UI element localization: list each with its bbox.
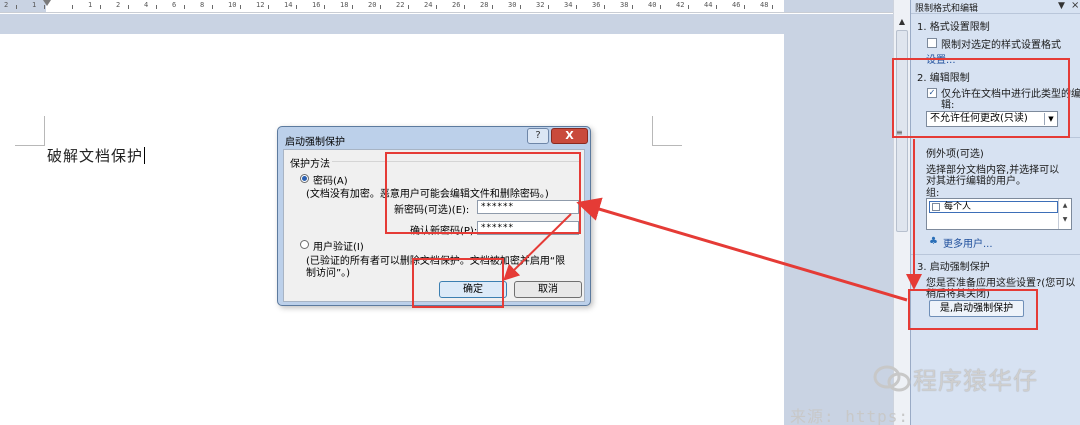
ruler-tick <box>156 5 157 9</box>
ruler-tick <box>128 5 129 9</box>
pane-section-divider-2 <box>911 254 1080 255</box>
ruler-number: 12 <box>256 1 265 9</box>
indent-marker-icon[interactable] <box>43 0 51 7</box>
ruler-tick <box>100 5 101 9</box>
ruler-number: 28 <box>480 1 489 9</box>
ruler-number: 2 <box>4 1 9 9</box>
ruler-tick <box>660 5 661 9</box>
pane-title-divider <box>911 13 1080 14</box>
ruler-tick <box>548 5 549 9</box>
ruler-tick <box>492 5 493 9</box>
ruler-number: 1 <box>32 1 37 9</box>
document-text-content: 破解文档保护 <box>47 147 144 165</box>
ruler-number: 10 <box>228 1 237 9</box>
everyone-checkbox[interactable] <box>932 203 940 211</box>
annotation-box-editing-restrictions <box>892 58 1070 138</box>
user-authentication-label[interactable]: 用户验证(I) <box>313 238 364 253</box>
document-text[interactable]: 破解文档保护 <box>47 145 146 166</box>
ruler-number: 1 <box>88 1 93 9</box>
ruler-tick <box>744 5 745 9</box>
ruler-number: 2 <box>116 1 121 9</box>
ruler-number: 34 <box>564 1 573 9</box>
annotation-box-password-fields <box>385 152 581 234</box>
start-enforcement-heading: 3. 启动强制保护 <box>917 262 990 273</box>
limit-formatting-checkbox[interactable] <box>927 38 937 48</box>
watermark-source: 来源: https: <box>790 407 910 425</box>
ruler-number: 46 <box>732 1 741 9</box>
exceptions-description-line2: 对其进行编辑的用户。 <box>926 176 1026 187</box>
ruler-tick <box>352 5 353 9</box>
ruler-tick <box>324 5 325 9</box>
limit-formatting-label[interactable]: 限制对选定的样式设置格式 <box>941 36 1061 51</box>
ruler-tick <box>380 5 381 9</box>
ruler-number: 6 <box>172 1 177 9</box>
everyone-label: 每个人 <box>944 202 972 212</box>
ruler-number: 4 <box>144 1 149 9</box>
ruler-number: 18 <box>340 1 349 9</box>
chat-bubbles-icon <box>873 365 911 392</box>
ruler-number: 22 <box>396 1 405 9</box>
user-authentication-note-line2: 制访问”。) <box>306 268 351 279</box>
close-button[interactable]: X <box>551 128 588 144</box>
ruler-tick <box>184 5 185 9</box>
ruler-number: 14 <box>284 1 293 9</box>
ruler-tick <box>240 5 241 9</box>
help-button[interactable]: ? <box>527 128 549 144</box>
ruler-number: 42 <box>676 1 685 9</box>
ruler-number: 30 <box>508 1 517 9</box>
user-authentication-radio[interactable] <box>300 240 309 249</box>
formatting-restrictions-heading: 1. 格式设置限制 <box>917 22 990 33</box>
dialog-title: 启动强制保护 <box>285 137 345 148</box>
ruler-number: 48 <box>760 1 769 9</box>
exceptions-heading: 例外项(可选) <box>926 149 984 160</box>
scroll-up-arrow-icon[interactable]: ▲ <box>897 18 907 26</box>
ruler-tick <box>688 5 689 9</box>
ruler-tick <box>16 5 17 9</box>
ruler-number: 26 <box>452 1 461 9</box>
ruler-number: 44 <box>704 1 713 9</box>
margin-corner-left <box>15 116 45 146</box>
ruler-number: 16 <box>312 1 321 9</box>
pane-menu-dropdown-icon[interactable]: ▼ <box>1058 1 1065 11</box>
users-icon: ♣ <box>929 236 938 247</box>
ruler-number: 8 <box>200 1 205 9</box>
password-radio[interactable] <box>300 174 309 183</box>
ruler-number: 32 <box>536 1 545 9</box>
protection-method-label: 保护方法 <box>290 159 330 170</box>
margin-corner-right <box>652 116 682 146</box>
ruler-tick <box>632 5 633 9</box>
ruler-number: 24 <box>424 1 433 9</box>
annotation-box-ok-button <box>412 258 504 308</box>
ruler-tick <box>464 5 465 9</box>
ruler-number: 36 <box>592 1 601 9</box>
cancel-button[interactable]: 取消 <box>514 281 582 298</box>
list-scroll-arrows-icon[interactable]: ▲ ▼ <box>1058 199 1071 229</box>
ruler-number: 40 <box>648 1 657 9</box>
horizontal-ruler[interactable]: 2 1 1 2 4 6 8 10 12 14 16 18 20 22 24 26 28 30 32 34 36 38 40 4… <box>0 0 893 13</box>
ruler-tick <box>716 5 717 9</box>
ruler-tick <box>436 5 437 9</box>
ruler-tick <box>408 5 409 9</box>
groups-list[interactable]: 每个人 ▲ ▼ <box>926 198 1072 230</box>
ruler-tick <box>604 5 605 9</box>
ruler-tick <box>772 5 773 9</box>
ruler-tick <box>72 5 73 9</box>
ruler-number: 20 <box>368 1 377 9</box>
ruler-tick <box>576 5 577 9</box>
ruler-tick <box>212 5 213 9</box>
more-users-link[interactable]: 更多用户... <box>943 235 993 250</box>
ruler-right-margin <box>784 0 893 12</box>
annotation-box-start-button <box>908 289 1038 330</box>
list-item-everyone[interactable]: 每个人 <box>929 201 1058 213</box>
text-caret <box>144 147 146 164</box>
ruler-tick <box>520 5 521 9</box>
ruler-tick <box>296 5 297 9</box>
watermark-brand: 程序猿华仔 <box>913 367 1038 395</box>
groups-label: 组: <box>926 188 940 199</box>
ruler-number: 38 <box>620 1 629 9</box>
pane-close-icon[interactable]: × <box>1071 0 1079 11</box>
ruler-tick <box>268 5 269 9</box>
